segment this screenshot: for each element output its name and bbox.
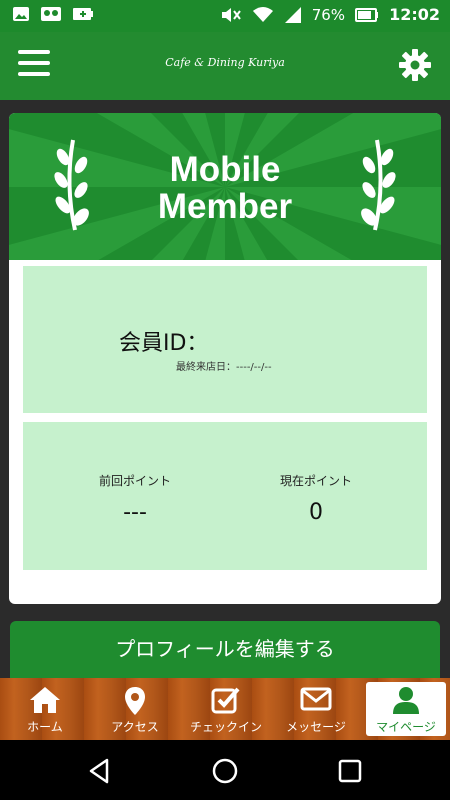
recents-icon[interactable] (335, 756, 365, 786)
tab-mypage[interactable]: マイページ (366, 682, 446, 736)
tab-label: アクセス (111, 720, 159, 734)
back-icon[interactable] (85, 756, 115, 786)
gear-icon[interactable] (398, 48, 432, 82)
tab-checkin[interactable]: チェックイン (182, 678, 270, 740)
points-panel: 前回ポイント --- 現在ポイント 0 (23, 422, 427, 570)
clock: 12:02 (389, 5, 440, 24)
tab-home[interactable]: ホーム (6, 678, 84, 740)
home-circle-icon[interactable] (210, 756, 240, 786)
map-pin-icon (125, 687, 145, 715)
edit-profile-button[interactable]: プロフィールを編集する (10, 621, 440, 678)
user-icon (393, 687, 419, 714)
wifi-icon (252, 6, 273, 22)
tab-label: ホーム (27, 720, 63, 734)
battery-percent: 76% (311, 5, 346, 24)
current-points-label: 現在ポイント (279, 474, 352, 488)
status-bar: 76% 12:02 (0, 0, 450, 32)
home-icon (30, 687, 60, 713)
previous-points-label: 前回ポイント (98, 474, 171, 488)
tab-label: マイページ (376, 720, 436, 734)
hamburger-icon (18, 50, 50, 54)
system-nav-bar (0, 740, 450, 800)
battery-plus-icon (73, 8, 93, 20)
app-bar: Cafe & Dining Kuriya (0, 32, 450, 100)
signal-icon (284, 6, 301, 23)
app-title: Cafe & Dining Kuriya (165, 56, 285, 69)
voicemail-notification-icon (41, 7, 61, 21)
tab-bar: ホーム アクセス チェックイン メッセージ マイページ (0, 678, 450, 740)
previous-points-value: --- (123, 500, 147, 525)
member-id-panel: 会員ID： 最終来店日：----/--/-- (23, 266, 427, 413)
image-notification-icon (13, 7, 29, 21)
last-visit-date: 最終来店日：----/--/-- (176, 362, 272, 373)
member-id-label: 会員ID： (119, 331, 209, 356)
tab-label: メッセージ (286, 720, 346, 734)
battery-icon (355, 7, 379, 22)
member-banner: Mobile Member (9, 113, 441, 260)
member-card: Mobile Member 会員ID： 最終来店日：----/--/-- 前回ポ… (9, 113, 441, 604)
tab-label: チェックイン (189, 720, 262, 734)
envelope-icon (300, 687, 332, 711)
laurel-right-icon (361, 139, 396, 231)
tab-access[interactable]: アクセス (92, 678, 178, 740)
current-points-value: 0 (309, 500, 323, 525)
tab-message[interactable]: メッセージ (276, 678, 356, 740)
checkbox-icon (211, 687, 240, 714)
mute-icon (221, 7, 241, 22)
